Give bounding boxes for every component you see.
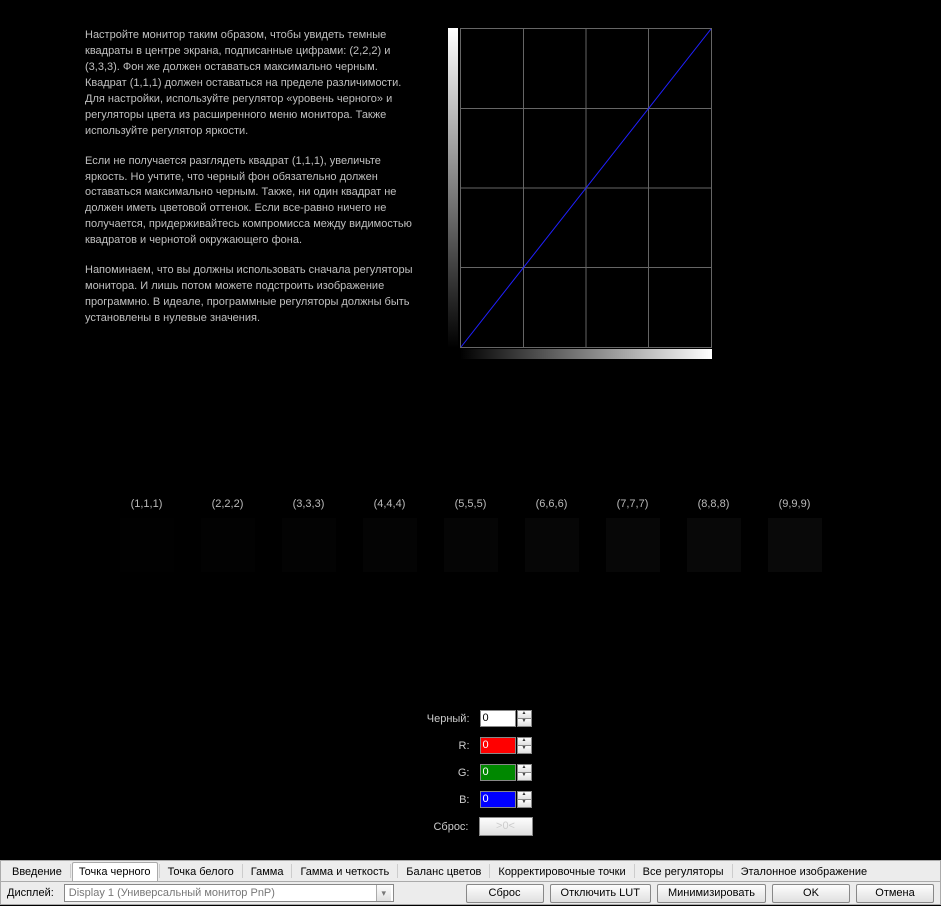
swatch-item: (7,7,7): [606, 498, 660, 572]
display-select-value: Display 1 (Универсальный монитор PnP): [69, 887, 275, 899]
b-input[interactable]: 0: [480, 791, 516, 808]
swatch-box: [363, 518, 417, 572]
cancel-button[interactable]: Отмена: [856, 884, 934, 903]
reset-button[interactable]: >0<: [479, 817, 533, 836]
tab-separator: [242, 864, 243, 878]
swatch-label: (1,1,1): [120, 498, 174, 510]
black-label: Черный:: [410, 713, 480, 725]
swatch-label: (8,8,8): [687, 498, 741, 510]
tab-separator: [732, 864, 733, 878]
r-label: R:: [410, 740, 480, 752]
swatch-label: (6,6,6): [525, 498, 579, 510]
swatch-item: (9,9,9): [768, 498, 822, 572]
black-spinner[interactable]: ▲ ▼: [517, 710, 532, 727]
tab[interactable]: Точка черного: [72, 862, 158, 881]
swatch-box: [201, 518, 255, 572]
swatch-label: (5,5,5): [444, 498, 498, 510]
swatch-box: [687, 518, 741, 572]
swatch-label: (3,3,3): [282, 498, 336, 510]
swatch-item: (2,2,2): [201, 498, 255, 572]
tab-separator: [70, 864, 71, 878]
instructions-p3: Напоминаем, что вы должны использовать с…: [85, 263, 420, 327]
swatch-box: [525, 518, 579, 572]
tab-separator: [634, 864, 635, 878]
minimize-button[interactable]: Минимизировать: [657, 884, 766, 903]
swatch-item: (8,8,8): [687, 498, 741, 572]
swatch-box: [606, 518, 660, 572]
tab[interactable]: Баланс цветов: [399, 862, 488, 881]
spinner-down-icon[interactable]: ▼: [517, 718, 532, 727]
swatch-item: (4,4,4): [363, 498, 417, 572]
chart-plot-area: [460, 28, 712, 348]
black-point-controls: Черный: 0 ▲ ▼ R: 0 ▲ ▼ G: 0 ▲ ▼ B: 0: [0, 708, 941, 843]
swatch-item: (6,6,6): [525, 498, 579, 572]
tab-separator: [291, 864, 292, 878]
tone-curve-chart: [448, 28, 713, 368]
spinner-up-icon[interactable]: ▲: [517, 764, 532, 772]
chart-x-gradient: [460, 349, 712, 359]
swatch-label: (4,4,4): [363, 498, 417, 510]
g-spinner[interactable]: ▲ ▼: [517, 764, 532, 781]
tab[interactable]: Эталонное изображение: [734, 862, 875, 881]
swatch-label: (9,9,9): [768, 498, 822, 510]
main-area: Настройте монитор таким образом, чтобы у…: [0, 0, 941, 860]
display-select[interactable]: Display 1 (Универсальный монитор PnP): [64, 884, 394, 902]
swatch-box: [120, 518, 174, 572]
tab[interactable]: Точка белого: [161, 862, 241, 881]
tab[interactable]: Гамма и четкость: [293, 862, 396, 881]
spinner-down-icon[interactable]: ▼: [517, 772, 532, 781]
display-label: Дисплей:: [7, 887, 54, 899]
footer-bar: Дисплей: Display 1 (Универсальный монито…: [0, 882, 941, 905]
swatch-label: (2,2,2): [201, 498, 255, 510]
tab-separator: [397, 864, 398, 878]
tab-bar: ВведениеТочка черногоТочка белогоГаммаГа…: [0, 860, 941, 882]
swatch-label: (7,7,7): [606, 498, 660, 510]
swatch-item: (1,1,1): [120, 498, 174, 572]
spinner-up-icon[interactable]: ▲: [517, 710, 532, 718]
black-input[interactable]: 0: [480, 710, 516, 727]
spinner-down-icon[interactable]: ▼: [517, 745, 532, 754]
swatch-item: (5,5,5): [444, 498, 498, 572]
chart-y-gradient: [448, 28, 458, 348]
spinner-up-icon[interactable]: ▲: [517, 737, 532, 745]
instructions-block: Настройте монитор таким образом, чтобы у…: [85, 28, 420, 341]
tab[interactable]: Гамма: [244, 862, 291, 881]
reset-label: Сброс:: [409, 821, 479, 833]
r-input[interactable]: 0: [480, 737, 516, 754]
tab[interactable]: Все регуляторы: [636, 862, 731, 881]
tab-separator: [159, 864, 160, 878]
spinner-down-icon[interactable]: ▼: [517, 799, 532, 808]
tab-separator: [489, 864, 490, 878]
tab[interactable]: Введение: [5, 862, 69, 881]
bottom-bars: ВведениеТочка черногоТочка белогоГаммаГа…: [0, 860, 941, 905]
swatch-box: [768, 518, 822, 572]
swatch-box: [444, 518, 498, 572]
r-spinner[interactable]: ▲ ▼: [517, 737, 532, 754]
g-label: G:: [410, 767, 480, 779]
swatch-box: [282, 518, 336, 572]
swatch-item: (3,3,3): [282, 498, 336, 572]
b-spinner[interactable]: ▲ ▼: [517, 791, 532, 808]
instructions-p1: Настройте монитор таким образом, чтобы у…: [85, 28, 420, 140]
instructions-p2: Если не получается разглядеть квадрат (1…: [85, 154, 420, 250]
reset-all-button[interactable]: Сброс: [466, 884, 544, 903]
black-level-swatches: (1,1,1) (2,2,2) (3,3,3) (4,4,4) (5,5,5) (6,6,…: [0, 498, 941, 572]
spinner-up-icon[interactable]: ▲: [517, 791, 532, 799]
tab[interactable]: Корректировочные точки: [491, 862, 632, 881]
disable-lut-button[interactable]: Отключить LUT: [550, 884, 651, 903]
g-input[interactable]: 0: [480, 764, 516, 781]
b-label: B:: [410, 794, 480, 806]
ok-button[interactable]: OK: [772, 884, 850, 903]
